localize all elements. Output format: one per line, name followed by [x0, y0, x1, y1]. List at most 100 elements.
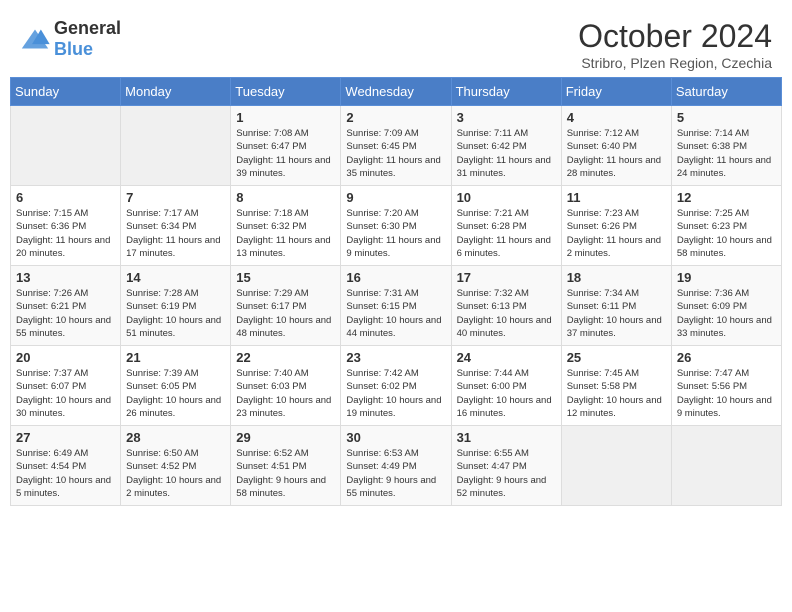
- day-info: Sunrise: 7:15 AM Sunset: 6:36 PM Dayligh…: [16, 207, 115, 260]
- calendar-cell: 11 Sunrise: 7:23 AM Sunset: 6:26 PM Dayli…: [561, 186, 671, 266]
- day-number: 23: [346, 350, 445, 365]
- day-info: Sunrise: 6:50 AM Sunset: 4:52 PM Dayligh…: [126, 447, 225, 500]
- day-number: 15: [236, 270, 335, 285]
- calendar-cell: 6 Sunrise: 7:15 AM Sunset: 6:36 PM Daylig…: [11, 186, 121, 266]
- day-info: Sunrise: 7:21 AM Sunset: 6:28 PM Dayligh…: [457, 207, 556, 260]
- calendar-week-row: 6 Sunrise: 7:15 AM Sunset: 6:36 PM Daylig…: [11, 186, 782, 266]
- day-info: Sunrise: 7:08 AM Sunset: 6:47 PM Dayligh…: [236, 127, 335, 180]
- calendar-cell: 5 Sunrise: 7:14 AM Sunset: 6:38 PM Daylig…: [671, 106, 781, 186]
- day-info: Sunrise: 7:29 AM Sunset: 6:17 PM Dayligh…: [236, 287, 335, 340]
- day-info: Sunrise: 7:44 AM Sunset: 6:00 PM Dayligh…: [457, 367, 556, 420]
- weekday-header-cell: Friday: [561, 78, 671, 106]
- weekday-header-cell: Tuesday: [231, 78, 341, 106]
- day-number: 11: [567, 190, 666, 205]
- calendar-cell: 29 Sunrise: 6:52 AM Sunset: 4:51 PM Dayli…: [231, 426, 341, 506]
- day-number: 22: [236, 350, 335, 365]
- calendar-cell: 24Sunrise: 7:44 AM Sunset: 6:00 PM Dayli…: [451, 346, 561, 426]
- calendar-cell: 31 Sunrise: 6:55 AM Sunset: 4:47 PM Dayli…: [451, 426, 561, 506]
- day-info: Sunrise: 7:23 AM Sunset: 6:26 PM Dayligh…: [567, 207, 666, 260]
- day-number: 17: [457, 270, 556, 285]
- day-number: 30: [346, 430, 445, 445]
- calendar-week-row: 20Sunrise: 7:37 AM Sunset: 6:07 PM Dayli…: [11, 346, 782, 426]
- day-info: Sunrise: 7:39 AM Sunset: 6:05 PM Dayligh…: [126, 367, 225, 420]
- day-number: 6: [16, 190, 115, 205]
- day-info: Sunrise: 7:36 AM Sunset: 6:09 PM Dayligh…: [677, 287, 776, 340]
- day-number: 5: [677, 110, 776, 125]
- day-number: 27: [16, 430, 115, 445]
- calendar-cell: 7Sunrise: 7:17 AM Sunset: 6:34 PM Daylig…: [121, 186, 231, 266]
- weekday-header-cell: Wednesday: [341, 78, 451, 106]
- day-number: 25: [567, 350, 666, 365]
- day-number: 10: [457, 190, 556, 205]
- calendar-cell: 23 Sunrise: 7:42 AM Sunset: 6:02 PM Dayli…: [341, 346, 451, 426]
- day-info: Sunrise: 7:42 AM Sunset: 6:02 PM Dayligh…: [346, 367, 445, 420]
- day-number: 29: [236, 430, 335, 445]
- day-number: 28: [126, 430, 225, 445]
- day-number: 9: [346, 190, 445, 205]
- calendar-cell: 25 Sunrise: 7:45 AM Sunset: 5:58 PM Dayli…: [561, 346, 671, 426]
- day-number: 21: [126, 350, 225, 365]
- calendar-cell: 17Sunrise: 7:32 AM Sunset: 6:13 PM Dayli…: [451, 266, 561, 346]
- title-block: October 2024 Stribro, Plzen Region, Czec…: [578, 18, 772, 71]
- day-info: Sunrise: 7:45 AM Sunset: 5:58 PM Dayligh…: [567, 367, 666, 420]
- calendar-cell: 22 Sunrise: 7:40 AM Sunset: 6:03 PM Dayli…: [231, 346, 341, 426]
- day-info: Sunrise: 7:37 AM Sunset: 6:07 PM Dayligh…: [16, 367, 115, 420]
- calendar-cell: 26 Sunrise: 7:47 AM Sunset: 5:56 PM Dayli…: [671, 346, 781, 426]
- day-number: 18: [567, 270, 666, 285]
- day-info: Sunrise: 7:18 AM Sunset: 6:32 PM Dayligh…: [236, 207, 335, 260]
- calendar-cell: 9 Sunrise: 7:20 AM Sunset: 6:30 PM Daylig…: [341, 186, 451, 266]
- calendar-cell: 13Sunrise: 7:26 AM Sunset: 6:21 PM Dayli…: [11, 266, 121, 346]
- calendar-cell: 1 Sunrise: 7:08 AM Sunset: 6:47 PM Daylig…: [231, 106, 341, 186]
- calendar-cell: 12Sunrise: 7:25 AM Sunset: 6:23 PM Dayli…: [671, 186, 781, 266]
- calendar-cell: [671, 426, 781, 506]
- day-number: 26: [677, 350, 776, 365]
- day-number: 3: [457, 110, 556, 125]
- calendar-cell: 10 Sunrise: 7:21 AM Sunset: 6:28 PM Dayli…: [451, 186, 561, 266]
- day-info: Sunrise: 6:52 AM Sunset: 4:51 PM Dayligh…: [236, 447, 335, 500]
- day-number: 1: [236, 110, 335, 125]
- calendar-cell: 21 Sunrise: 7:39 AM Sunset: 6:05 PM Dayli…: [121, 346, 231, 426]
- logo-blue-text: Blue: [54, 39, 93, 59]
- calendar-cell: 18Sunrise: 7:34 AM Sunset: 6:11 PM Dayli…: [561, 266, 671, 346]
- day-info: Sunrise: 7:14 AM Sunset: 6:38 PM Dayligh…: [677, 127, 776, 180]
- calendar-cell: [121, 106, 231, 186]
- day-number: 13: [16, 270, 115, 285]
- day-info: Sunrise: 7:28 AM Sunset: 6:19 PM Dayligh…: [126, 287, 225, 340]
- day-number: 4: [567, 110, 666, 125]
- location-subtitle: Stribro, Plzen Region, Czechia: [578, 55, 772, 71]
- day-info: Sunrise: 7:40 AM Sunset: 6:03 PM Dayligh…: [236, 367, 335, 420]
- weekday-header-cell: Saturday: [671, 78, 781, 106]
- calendar-table: SundayMondayTuesdayWednesdayThursdayFrid…: [10, 77, 782, 506]
- calendar-cell: 27Sunrise: 6:49 AM Sunset: 4:54 PM Dayli…: [11, 426, 121, 506]
- calendar-cell: 16 Sunrise: 7:31 AM Sunset: 6:15 PM Dayli…: [341, 266, 451, 346]
- calendar-week-row: 13Sunrise: 7:26 AM Sunset: 6:21 PM Dayli…: [11, 266, 782, 346]
- day-info: Sunrise: 6:55 AM Sunset: 4:47 PM Dayligh…: [457, 447, 556, 500]
- calendar-cell: 28 Sunrise: 6:50 AM Sunset: 4:52 PM Dayli…: [121, 426, 231, 506]
- weekday-header-cell: Monday: [121, 78, 231, 106]
- page-header: General Blue October 2024 Stribro, Plzen…: [10, 10, 782, 77]
- day-number: 31: [457, 430, 556, 445]
- month-title: October 2024: [578, 18, 772, 55]
- weekday-header-row: SundayMondayTuesdayWednesdayThursdayFrid…: [11, 78, 782, 106]
- day-info: Sunrise: 7:09 AM Sunset: 6:45 PM Dayligh…: [346, 127, 445, 180]
- day-info: Sunrise: 6:53 AM Sunset: 4:49 PM Dayligh…: [346, 447, 445, 500]
- calendar-cell: 3Sunrise: 7:11 AM Sunset: 6:42 PM Daylig…: [451, 106, 561, 186]
- calendar-cell: 4Sunrise: 7:12 AM Sunset: 6:40 PM Daylig…: [561, 106, 671, 186]
- calendar-body: 1 Sunrise: 7:08 AM Sunset: 6:47 PM Daylig…: [11, 106, 782, 506]
- logo: General Blue: [20, 18, 121, 60]
- calendar-week-row: 27Sunrise: 6:49 AM Sunset: 4:54 PM Dayli…: [11, 426, 782, 506]
- calendar-cell: 2 Sunrise: 7:09 AM Sunset: 6:45 PM Daylig…: [341, 106, 451, 186]
- day-number: 14: [126, 270, 225, 285]
- calendar-cell: [561, 426, 671, 506]
- weekday-header-cell: Thursday: [451, 78, 561, 106]
- calendar-week-row: 1 Sunrise: 7:08 AM Sunset: 6:47 PM Daylig…: [11, 106, 782, 186]
- day-info: Sunrise: 7:20 AM Sunset: 6:30 PM Dayligh…: [346, 207, 445, 260]
- day-number: 16: [346, 270, 445, 285]
- day-info: Sunrise: 7:47 AM Sunset: 5:56 PM Dayligh…: [677, 367, 776, 420]
- day-info: Sunrise: 7:31 AM Sunset: 6:15 PM Dayligh…: [346, 287, 445, 340]
- calendar-cell: 8Sunrise: 7:18 AM Sunset: 6:32 PM Daylig…: [231, 186, 341, 266]
- day-number: 2: [346, 110, 445, 125]
- day-info: Sunrise: 7:25 AM Sunset: 6:23 PM Dayligh…: [677, 207, 776, 260]
- weekday-header-cell: Sunday: [11, 78, 121, 106]
- day-info: Sunrise: 7:17 AM Sunset: 6:34 PM Dayligh…: [126, 207, 225, 260]
